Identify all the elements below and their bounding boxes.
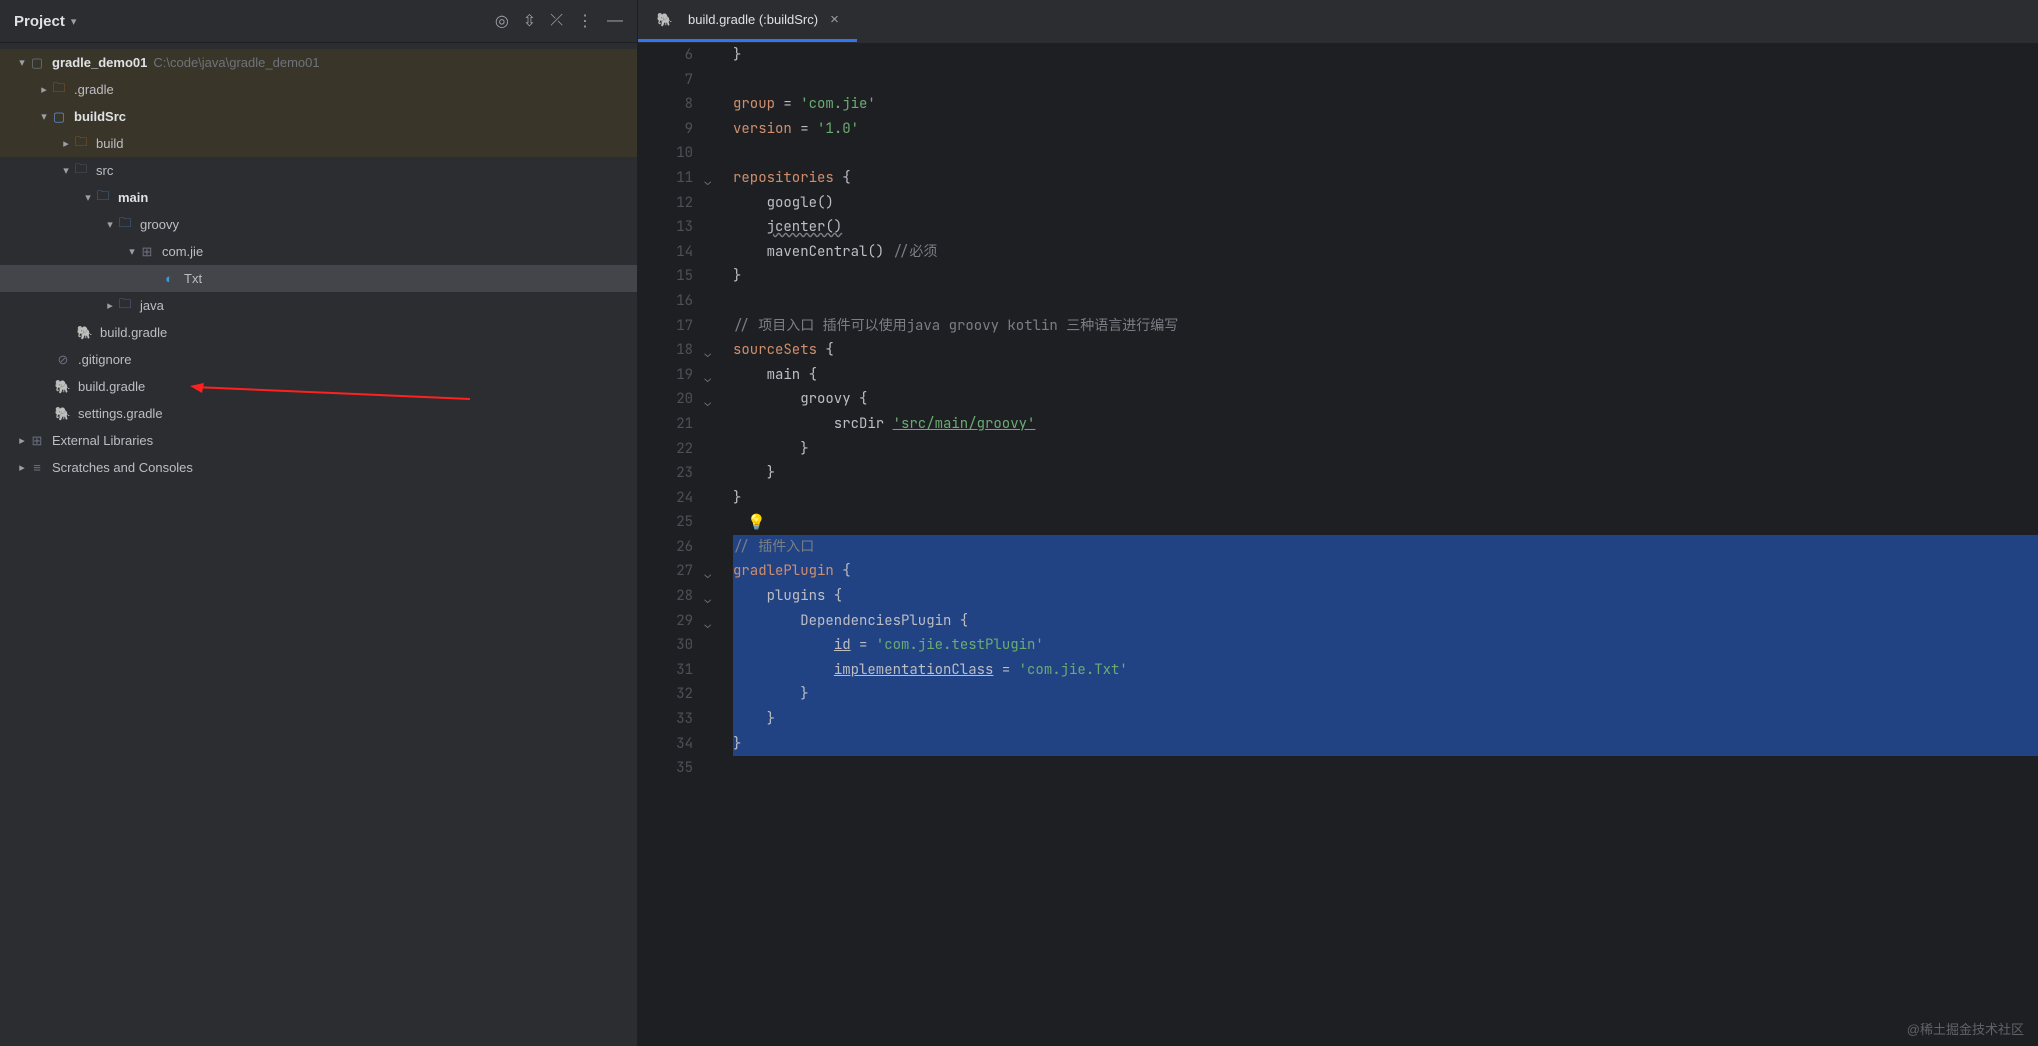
gradle-icon: 🐘 — [76, 324, 94, 342]
code-content[interactable]: }group = 'com.jie'version = '1.0'reposit… — [715, 43, 2038, 1046]
groovy-class-icon: ◐ — [160, 270, 178, 288]
tree-package[interactable]: ▾ ⊞ com.jie — [0, 238, 637, 265]
target-icon[interactable]: ◎ — [495, 11, 509, 31]
editor-area: 🐘 build.gradle (:buildSrc) × 67891011⌄12… — [638, 0, 2038, 1046]
watermark: @稀土掘金技术社区 — [1907, 1019, 2024, 1038]
editor-body[interactable]: 67891011⌄12131415161718⌄19⌄20⌄2122232425… — [638, 43, 2038, 1046]
folder-icon: 🗀 — [50, 81, 68, 99]
tree-java[interactable]: ▸ 🗀 java — [0, 292, 637, 319]
folder-icon: 🗀 — [94, 189, 112, 207]
editor-tab[interactable]: 🐘 build.gradle (:buildSrc) × — [638, 0, 857, 42]
lightbulb-icon[interactable]: 💡 — [747, 510, 766, 535]
tree-ext-libs[interactable]: ▸ ⊞ External Libraries — [0, 427, 637, 454]
tree-groovy[interactable]: ▾ 🗀 groovy — [0, 211, 637, 238]
gradle-icon: 🐘 — [54, 405, 72, 423]
scratches-icon: ≡ — [28, 459, 46, 477]
chevron-down-icon[interactable]: ▾ — [71, 15, 77, 28]
tree-build-gradle-inner[interactable]: 🐘 build.gradle — [0, 319, 637, 346]
folder-icon: 🗀 — [116, 297, 134, 315]
project-tree: ▾ ▢ gradle_demo01 C:\code\java\gradle_de… — [0, 43, 637, 481]
tree-build-gradle-root[interactable]: 🐘 build.gradle — [0, 373, 637, 400]
tree-build[interactable]: ▸ 🗀 build — [0, 130, 637, 157]
sidebar-header: Project ▾ ◎ ⇳ ⤫ ⋮ — — [0, 0, 637, 43]
tree-scratches[interactable]: ▸ ≡ Scratches and Consoles — [0, 454, 637, 481]
module-icon: ▢ — [50, 108, 68, 126]
more-icon[interactable]: ⋮ — [577, 11, 593, 31]
minimize-icon[interactable]: — — [607, 12, 623, 30]
collapse-icon[interactable]: ⤫ — [550, 12, 563, 30]
folder-icon: 🗀 — [72, 135, 90, 153]
expand-icon[interactable]: ⇳ — [523, 11, 536, 31]
close-icon[interactable]: × — [830, 11, 839, 28]
tab-label: build.gradle (:buildSrc) — [688, 12, 818, 27]
tree-settings-gradle[interactable]: 🐘 settings.gradle — [0, 400, 637, 427]
tree-main[interactable]: ▾ 🗀 main — [0, 184, 637, 211]
line-gutter: 67891011⌄12131415161718⌄19⌄20⌄2122232425… — [638, 43, 715, 1046]
gradle-icon: 🐘 — [54, 378, 72, 396]
tree-src[interactable]: ▾ 🗀 src — [0, 157, 637, 184]
project-sidebar: Project ▾ ◎ ⇳ ⤫ ⋮ — ▾ ▢ gradle_demo01 C:… — [0, 0, 638, 1046]
gradle-icon: 🐘 — [656, 11, 674, 29]
tree-gradle-dir[interactable]: ▸ 🗀 .gradle — [0, 76, 637, 103]
package-icon: ⊞ — [138, 243, 156, 261]
tree-buildsrc[interactable]: ▾ ▢ buildSrc — [0, 103, 637, 130]
tree-gitignore[interactable]: ⊘ .gitignore — [0, 346, 637, 373]
tree-txt-file[interactable]: ◐ Txt — [0, 265, 637, 292]
folder-icon: 🗀 — [116, 216, 134, 234]
project-title[interactable]: Project — [14, 13, 65, 30]
tree-root[interactable]: ▾ ▢ gradle_demo01 C:\code\java\gradle_de… — [0, 49, 637, 76]
libraries-icon: ⊞ — [28, 432, 46, 450]
folder-icon: 🗀 — [72, 162, 90, 180]
gitignore-icon: ⊘ — [54, 351, 72, 369]
editor-tabs: 🐘 build.gradle (:buildSrc) × — [638, 0, 2038, 43]
